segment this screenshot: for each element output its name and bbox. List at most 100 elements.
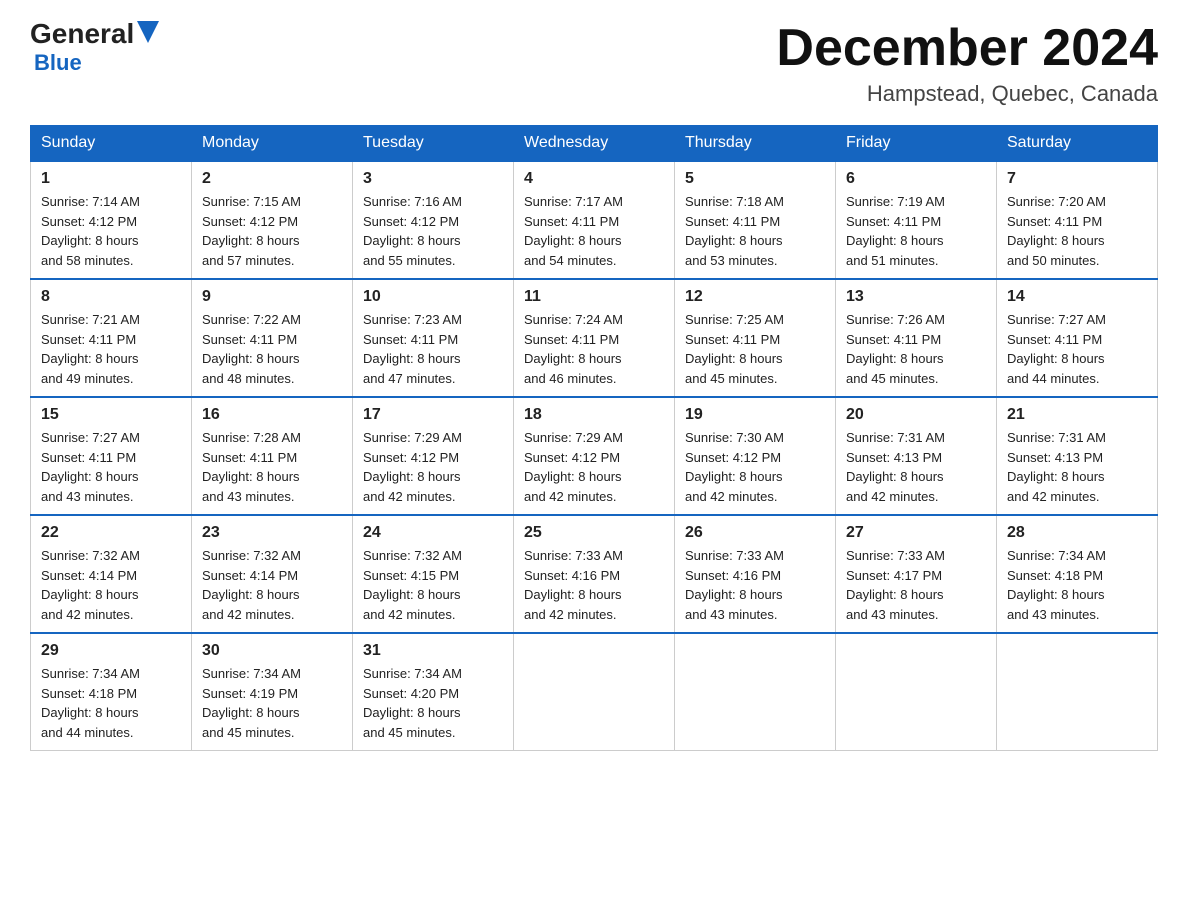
day-info: Sunrise: 7:31 AMSunset: 4:13 PMDaylight:… [1007, 430, 1106, 504]
table-row: 2 Sunrise: 7:15 AMSunset: 4:12 PMDayligh… [192, 161, 353, 279]
calendar-week-row: 1 Sunrise: 7:14 AMSunset: 4:12 PMDayligh… [31, 161, 1158, 279]
day-number: 7 [1007, 170, 1147, 188]
calendar-header-row: Sunday Monday Tuesday Wednesday Thursday… [31, 126, 1158, 162]
day-info: Sunrise: 7:32 AMSunset: 4:14 PMDaylight:… [202, 548, 301, 622]
day-info: Sunrise: 7:14 AMSunset: 4:12 PMDaylight:… [41, 194, 140, 268]
day-number: 30 [202, 642, 342, 660]
day-number: 28 [1007, 524, 1147, 542]
day-info: Sunrise: 7:32 AMSunset: 4:14 PMDaylight:… [41, 548, 140, 622]
table-row: 1 Sunrise: 7:14 AMSunset: 4:12 PMDayligh… [31, 161, 192, 279]
day-number: 23 [202, 524, 342, 542]
table-row: 28 Sunrise: 7:34 AMSunset: 4:18 PMDaylig… [997, 515, 1158, 633]
day-info: Sunrise: 7:34 AMSunset: 4:18 PMDaylight:… [1007, 548, 1106, 622]
table-row: 17 Sunrise: 7:29 AMSunset: 4:12 PMDaylig… [353, 397, 514, 515]
table-row: 11 Sunrise: 7:24 AMSunset: 4:11 PMDaylig… [514, 279, 675, 397]
day-number: 2 [202, 170, 342, 188]
day-number: 17 [363, 406, 503, 424]
day-number: 10 [363, 288, 503, 306]
day-info: Sunrise: 7:29 AMSunset: 4:12 PMDaylight:… [524, 430, 623, 504]
table-row: 29 Sunrise: 7:34 AMSunset: 4:18 PMDaylig… [31, 633, 192, 751]
day-number: 31 [363, 642, 503, 660]
table-row: 18 Sunrise: 7:29 AMSunset: 4:12 PMDaylig… [514, 397, 675, 515]
col-wednesday: Wednesday [514, 126, 675, 162]
table-row: 8 Sunrise: 7:21 AMSunset: 4:11 PMDayligh… [31, 279, 192, 397]
calendar-title: December 2024 [776, 20, 1158, 77]
day-info: Sunrise: 7:34 AMSunset: 4:18 PMDaylight:… [41, 666, 140, 740]
table-row: 25 Sunrise: 7:33 AMSunset: 4:16 PMDaylig… [514, 515, 675, 633]
day-number: 14 [1007, 288, 1147, 306]
logo-triangle-icon [137, 21, 159, 48]
table-row [997, 633, 1158, 751]
day-number: 26 [685, 524, 825, 542]
col-saturday: Saturday [997, 126, 1158, 162]
day-number: 11 [524, 288, 664, 306]
table-row: 31 Sunrise: 7:34 AMSunset: 4:20 PMDaylig… [353, 633, 514, 751]
table-row: 14 Sunrise: 7:27 AMSunset: 4:11 PMDaylig… [997, 279, 1158, 397]
logo-blue: Blue [34, 50, 82, 76]
day-number: 16 [202, 406, 342, 424]
table-row: 3 Sunrise: 7:16 AMSunset: 4:12 PMDayligh… [353, 161, 514, 279]
day-info: Sunrise: 7:30 AMSunset: 4:12 PMDaylight:… [685, 430, 784, 504]
day-number: 13 [846, 288, 986, 306]
table-row: 20 Sunrise: 7:31 AMSunset: 4:13 PMDaylig… [836, 397, 997, 515]
day-number: 21 [1007, 406, 1147, 424]
col-tuesday: Tuesday [353, 126, 514, 162]
table-row: 12 Sunrise: 7:25 AMSunset: 4:11 PMDaylig… [675, 279, 836, 397]
day-info: Sunrise: 7:34 AMSunset: 4:19 PMDaylight:… [202, 666, 301, 740]
day-number: 9 [202, 288, 342, 306]
calendar-week-row: 29 Sunrise: 7:34 AMSunset: 4:18 PMDaylig… [31, 633, 1158, 751]
calendar-week-row: 8 Sunrise: 7:21 AMSunset: 4:11 PMDayligh… [31, 279, 1158, 397]
day-info: Sunrise: 7:18 AMSunset: 4:11 PMDaylight:… [685, 194, 784, 268]
day-number: 22 [41, 524, 181, 542]
day-number: 27 [846, 524, 986, 542]
day-number: 6 [846, 170, 986, 188]
table-row: 16 Sunrise: 7:28 AMSunset: 4:11 PMDaylig… [192, 397, 353, 515]
day-info: Sunrise: 7:34 AMSunset: 4:20 PMDaylight:… [363, 666, 462, 740]
day-number: 12 [685, 288, 825, 306]
day-number: 24 [363, 524, 503, 542]
table-row: 6 Sunrise: 7:19 AMSunset: 4:11 PMDayligh… [836, 161, 997, 279]
table-row: 27 Sunrise: 7:33 AMSunset: 4:17 PMDaylig… [836, 515, 997, 633]
day-number: 19 [685, 406, 825, 424]
table-row [514, 633, 675, 751]
table-row: 10 Sunrise: 7:23 AMSunset: 4:11 PMDaylig… [353, 279, 514, 397]
page-header: General Blue December 2024 Hampstead, Qu… [30, 20, 1158, 107]
calendar-week-row: 22 Sunrise: 7:32 AMSunset: 4:14 PMDaylig… [31, 515, 1158, 633]
table-row: 23 Sunrise: 7:32 AMSunset: 4:14 PMDaylig… [192, 515, 353, 633]
logo-general: General [30, 20, 134, 48]
col-friday: Friday [836, 126, 997, 162]
day-info: Sunrise: 7:28 AMSunset: 4:11 PMDaylight:… [202, 430, 301, 504]
table-row: 22 Sunrise: 7:32 AMSunset: 4:14 PMDaylig… [31, 515, 192, 633]
day-info: Sunrise: 7:27 AMSunset: 4:11 PMDaylight:… [41, 430, 140, 504]
day-info: Sunrise: 7:19 AMSunset: 4:11 PMDaylight:… [846, 194, 945, 268]
table-row: 13 Sunrise: 7:26 AMSunset: 4:11 PMDaylig… [836, 279, 997, 397]
day-info: Sunrise: 7:31 AMSunset: 4:13 PMDaylight:… [846, 430, 945, 504]
day-info: Sunrise: 7:23 AMSunset: 4:11 PMDaylight:… [363, 312, 462, 386]
day-number: 15 [41, 406, 181, 424]
table-row: 4 Sunrise: 7:17 AMSunset: 4:11 PMDayligh… [514, 161, 675, 279]
day-number: 18 [524, 406, 664, 424]
col-thursday: Thursday [675, 126, 836, 162]
table-row [675, 633, 836, 751]
day-info: Sunrise: 7:20 AMSunset: 4:11 PMDaylight:… [1007, 194, 1106, 268]
day-info: Sunrise: 7:27 AMSunset: 4:11 PMDaylight:… [1007, 312, 1106, 386]
day-number: 8 [41, 288, 181, 306]
day-number: 25 [524, 524, 664, 542]
title-area: December 2024 Hampstead, Quebec, Canada [776, 20, 1158, 107]
table-row: 24 Sunrise: 7:32 AMSunset: 4:15 PMDaylig… [353, 515, 514, 633]
day-info: Sunrise: 7:29 AMSunset: 4:12 PMDaylight:… [363, 430, 462, 504]
table-row: 7 Sunrise: 7:20 AMSunset: 4:11 PMDayligh… [997, 161, 1158, 279]
day-info: Sunrise: 7:33 AMSunset: 4:17 PMDaylight:… [846, 548, 945, 622]
table-row: 5 Sunrise: 7:18 AMSunset: 4:11 PMDayligh… [675, 161, 836, 279]
calendar-subtitle: Hampstead, Quebec, Canada [776, 81, 1158, 107]
table-row: 15 Sunrise: 7:27 AMSunset: 4:11 PMDaylig… [31, 397, 192, 515]
day-number: 4 [524, 170, 664, 188]
day-info: Sunrise: 7:24 AMSunset: 4:11 PMDaylight:… [524, 312, 623, 386]
day-info: Sunrise: 7:26 AMSunset: 4:11 PMDaylight:… [846, 312, 945, 386]
table-row: 21 Sunrise: 7:31 AMSunset: 4:13 PMDaylig… [997, 397, 1158, 515]
day-info: Sunrise: 7:17 AMSunset: 4:11 PMDaylight:… [524, 194, 623, 268]
day-number: 20 [846, 406, 986, 424]
table-row: 9 Sunrise: 7:22 AMSunset: 4:11 PMDayligh… [192, 279, 353, 397]
day-info: Sunrise: 7:32 AMSunset: 4:15 PMDaylight:… [363, 548, 462, 622]
day-info: Sunrise: 7:22 AMSunset: 4:11 PMDaylight:… [202, 312, 301, 386]
